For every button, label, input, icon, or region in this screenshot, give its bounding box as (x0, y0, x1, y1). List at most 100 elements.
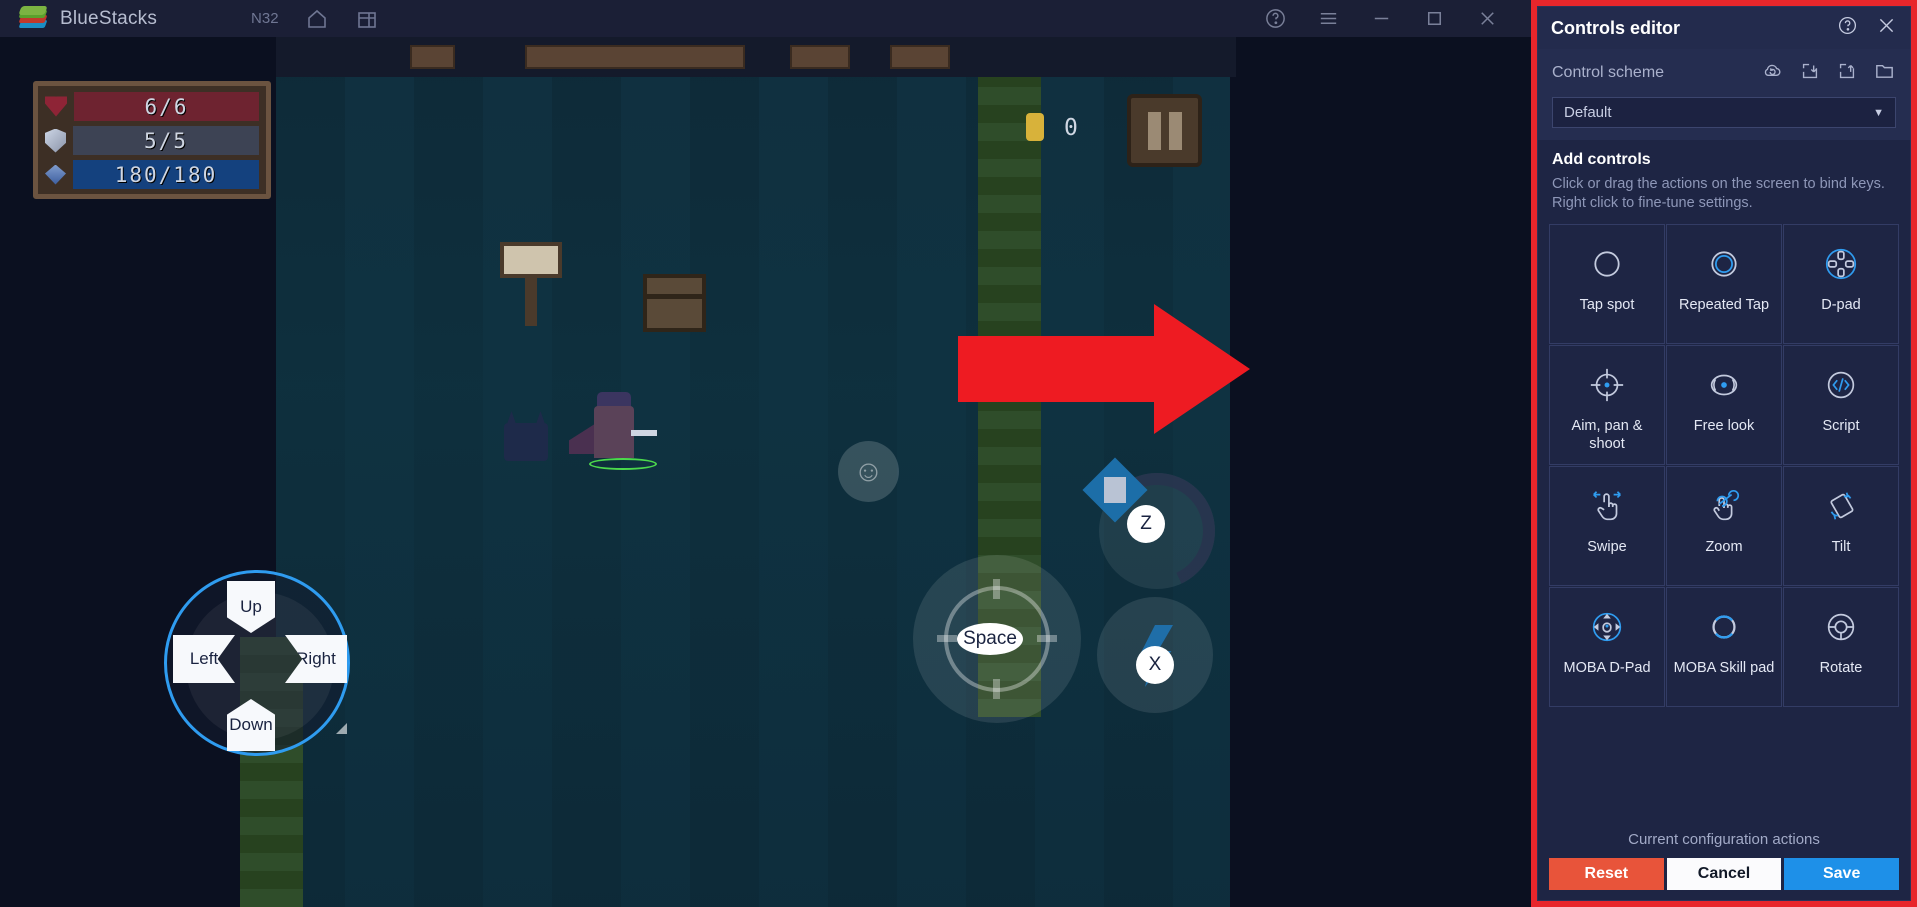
control-label: Tilt (1831, 539, 1851, 555)
add-controls-title: Add controls (1552, 151, 1651, 168)
space-action-overlay[interactable]: Space (913, 555, 1081, 723)
wall-plank (790, 45, 850, 69)
moba-skill-pad-icon (1702, 605, 1746, 649)
swipe-icon (1585, 484, 1629, 528)
aim-pan-shoot-icon (1585, 363, 1629, 407)
footer-title: Current configuration actions (1628, 831, 1820, 848)
x-keycap[interactable]: X (1136, 646, 1174, 684)
window-controls (1264, 7, 1521, 30)
instance-label: N32 (251, 10, 279, 27)
close-icon[interactable] (1476, 7, 1499, 30)
tap-spot-icon (1585, 242, 1629, 286)
reset-button[interactable]: Reset (1549, 858, 1664, 890)
control-label: MOBA Skill pad (1673, 660, 1775, 676)
repeated-tap-icon (1702, 242, 1746, 286)
signpost (500, 242, 562, 327)
coin-icon (1026, 113, 1044, 141)
control-tile-tap-spot[interactable]: Tap spot (1549, 224, 1665, 344)
panel-header: Controls editor (1538, 7, 1910, 49)
control-label: Repeated Tap (1678, 297, 1770, 313)
control-tile-moba-dpad[interactable]: MOBA D-Pad (1549, 587, 1665, 707)
cat-companion (498, 411, 556, 467)
control-label: Swipe (1587, 539, 1627, 555)
wall-plank (410, 45, 455, 69)
pause-button[interactable] (1127, 94, 1202, 167)
hud-row-shield: 5/5 (45, 126, 259, 155)
control-tile-swipe[interactable]: Swipe (1549, 466, 1665, 586)
cloud-restore-icon[interactable] (1761, 59, 1784, 87)
wall-plank (890, 45, 950, 69)
controls-editor-panel: Controls editor Control scheme Default ▼… (1531, 0, 1917, 907)
control-tile-aim-pan-shoot[interactable]: Aim, pan & shoot (1549, 345, 1665, 465)
import-icon[interactable] (1799, 60, 1821, 87)
export-icon[interactable] (1836, 60, 1858, 87)
control-label: Aim, pan & shoot (1571, 418, 1643, 452)
control-tile-tilt[interactable]: Tilt (1783, 466, 1899, 586)
shield-value: 5/5 (73, 126, 259, 155)
free-look-icon (1702, 363, 1746, 407)
add-controls-section: Add controls Click or drag the actions o… (1538, 140, 1910, 218)
player-hud: 6/6 5/5 180/180 (33, 81, 271, 199)
help-circle-icon[interactable] (1837, 15, 1858, 41)
dpad-icon (1819, 242, 1863, 286)
wall-plank (525, 45, 745, 69)
control-label: D-pad (1821, 297, 1861, 313)
home-icon[interactable] (305, 7, 329, 31)
minimize-icon[interactable] (1370, 7, 1393, 30)
heart-icon (45, 96, 67, 117)
control-scheme-section: Control scheme Default ▼ (1538, 49, 1910, 140)
control-tile-zoom[interactable]: Zoom (1666, 466, 1782, 586)
bluestacks-logo-icon (18, 5, 48, 30)
shield-icon (45, 128, 66, 153)
chevron-down-icon: ▼ (1873, 106, 1884, 119)
hud-row-health: 6/6 (45, 92, 259, 121)
close-icon[interactable] (1876, 15, 1897, 41)
zoom-icon (1702, 484, 1746, 528)
control-tile-free-look[interactable]: Free look (1666, 345, 1782, 465)
control-scheme-select[interactable]: Default ▼ (1552, 97, 1896, 128)
control-tile-rotate[interactable]: Rotate (1783, 587, 1899, 707)
dpad-overlay[interactable]: Up Down Left Right (164, 570, 350, 756)
dpad-resize-handle[interactable] (336, 723, 347, 734)
hud-row-mana: 180/180 (45, 160, 259, 189)
game-viewport[interactable]: 6/6 5/5 180/180 0 ☺ Up Down Left Right S… (0, 37, 1531, 907)
control-label: Rotate (1819, 660, 1863, 676)
folder-icon[interactable] (1873, 59, 1896, 87)
panel-title: Controls editor (1551, 17, 1680, 38)
emote-button[interactable]: ☺ (838, 441, 899, 502)
control-label: Zoom (1705, 539, 1743, 555)
control-tile-moba-skill-pad[interactable]: MOBA Skill pad (1666, 587, 1782, 707)
floor-right-dark (1230, 37, 1531, 907)
tilt-icon (1819, 484, 1863, 528)
coin-count: 0 (1064, 115, 1078, 141)
bluestacks-titlebar: BlueStacks N32 (0, 0, 1531, 37)
rotate-icon (1819, 605, 1863, 649)
control-tile-repeated-tap[interactable]: Repeated Tap (1666, 224, 1782, 344)
control-label: Script (1822, 418, 1860, 434)
control-label: MOBA D-Pad (1563, 660, 1651, 676)
control-scheme-selected: Default (1564, 104, 1612, 121)
moba-dpad-icon (1585, 605, 1629, 649)
health-value: 6/6 (74, 92, 259, 121)
add-controls-description: Click or drag the actions on the screen … (1552, 176, 1885, 211)
multi-instance-icon[interactable] (355, 7, 379, 31)
controls-grid: Tap spot Repeated Tap D-pad Aim, pan & s… (1538, 218, 1910, 817)
screen-root: BlueStacks N32 6/6 5/5 180/180 0 ☺ Up Do… (0, 0, 1917, 907)
control-scheme-label: Control scheme (1552, 64, 1665, 81)
app-title: BlueStacks (60, 7, 158, 29)
control-tile-dpad[interactable]: D-pad (1783, 224, 1899, 344)
maximize-icon[interactable] (1423, 7, 1446, 30)
save-button[interactable]: Save (1784, 858, 1900, 890)
mana-value: 180/180 (73, 160, 259, 189)
hamburger-menu-icon[interactable] (1317, 7, 1340, 30)
panel-footer: Current configuration actions Reset Canc… (1538, 817, 1910, 900)
space-keycap[interactable]: Space (957, 623, 1023, 655)
control-label: Free look (1693, 418, 1755, 434)
z-keycap[interactable]: Z (1127, 505, 1165, 543)
treasure-chest (643, 274, 706, 332)
control-tile-script[interactable]: Script (1783, 345, 1899, 465)
gem-icon (45, 164, 66, 185)
script-icon (1819, 363, 1863, 407)
help-icon[interactable] (1264, 7, 1287, 30)
cancel-button[interactable]: Cancel (1666, 858, 1782, 890)
